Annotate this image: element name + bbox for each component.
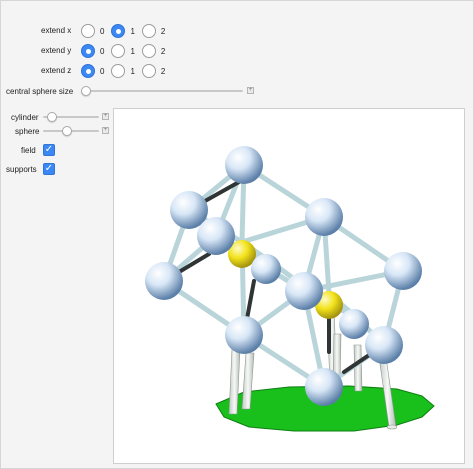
extend-x-radio-1[interactable] — [111, 24, 126, 38]
extend-z-option-1: 1 — [130, 66, 135, 76]
extend-y-radio-group: 0 1 2 — [81, 43, 172, 59]
extend-z-radio-group: 0 1 2 — [81, 63, 172, 79]
extend-z-label: extend z — [41, 66, 72, 75]
extend-y-option-2: 2 — [160, 46, 166, 56]
central-sphere-size-slider-thumb[interactable] — [81, 86, 91, 96]
extend-x-radio-group: 0 1 2 — [81, 23, 172, 39]
cylinder-label: cylinder — [11, 113, 39, 122]
atomium-3d-model[interactable] — [114, 109, 464, 463]
extend-x-option-0: 0 — [100, 26, 105, 36]
supports-checkbox[interactable]: ✓ — [43, 163, 55, 175]
sphere-label: sphere — [15, 127, 40, 136]
field-checkbox[interactable]: ✓ — [43, 144, 55, 156]
extend-z-option-0: 0 — [100, 66, 105, 76]
extend-y-label: extend y — [41, 46, 72, 55]
extend-y-option-0: 0 — [100, 46, 105, 56]
extend-x-option-1: 1 — [130, 26, 135, 36]
sphere-expand-icon[interactable]: + — [102, 127, 109, 134]
central-sphere-size-slider-track[interactable] — [83, 90, 243, 92]
cylinder-expand-icon[interactable]: + — [102, 113, 109, 120]
supports-label: supports — [6, 165, 37, 174]
cylinder-slider-thumb[interactable] — [47, 112, 57, 122]
graphics-viewport[interactable] — [113, 108, 465, 464]
extend-x-radio-2[interactable] — [141, 24, 156, 38]
sphere-slider-thumb[interactable] — [62, 126, 72, 136]
manipulate-panel: extend x 0 1 2 extend y 0 1 2 extend z 0… — [0, 0, 474, 469]
central-sphere-size-label: central sphere size — [6, 87, 74, 96]
extend-z-option-2: 2 — [160, 66, 166, 76]
extend-y-radio-1[interactable] — [111, 44, 126, 58]
extend-z-radio-0[interactable] — [81, 64, 95, 78]
extend-x-option-2: 2 — [160, 26, 166, 36]
extend-y-radio-2[interactable] — [141, 44, 156, 58]
extend-z-radio-1[interactable] — [111, 64, 126, 78]
extend-x-label: extend x — [41, 26, 72, 35]
extend-y-option-1: 1 — [130, 46, 135, 56]
extend-x-radio-0[interactable] — [81, 24, 95, 38]
extend-z-radio-2[interactable] — [141, 64, 156, 78]
central-sphere-size-expand-icon[interactable]: + — [247, 87, 254, 94]
extend-y-radio-0[interactable] — [81, 44, 95, 58]
field-label: field — [21, 146, 36, 155]
